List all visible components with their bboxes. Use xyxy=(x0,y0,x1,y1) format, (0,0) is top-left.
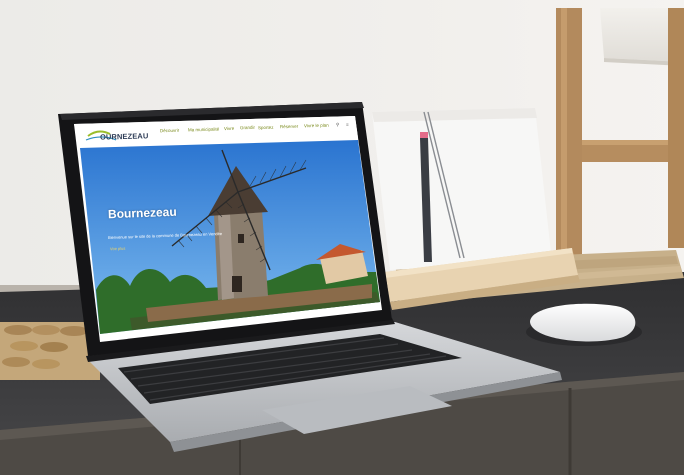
nav-item-vivre[interactable]: Vivre xyxy=(224,126,234,131)
hero-subtitle: Bienvenue sur le site de la commune de B… xyxy=(107,231,223,240)
nav-item-reserver[interactable]: Réserver xyxy=(280,124,298,130)
nav-item-decouvrir[interactable]: Découvrir xyxy=(160,128,179,134)
site-logo: OURNEZEAU xyxy=(99,131,149,142)
menu-icon[interactable]: ≡ xyxy=(346,122,349,127)
search-icon[interactable]: ⚲ xyxy=(336,122,339,128)
nav-item-grandir[interactable]: Grandir xyxy=(240,125,255,130)
screen-overlay: OURNEZEAU Découvrir Ma municipalité Vivr… xyxy=(0,0,684,475)
nav-item-sportez[interactable]: Sportez xyxy=(258,125,274,130)
nav-item-vivre-le-plan[interactable]: Vivre le plan xyxy=(304,123,329,129)
nav-item-ma-municipalite[interactable]: Ma municipalité xyxy=(188,127,219,133)
hero-title: Bournezeau xyxy=(107,204,177,222)
hero-button[interactable]: Voir plus xyxy=(110,246,126,252)
